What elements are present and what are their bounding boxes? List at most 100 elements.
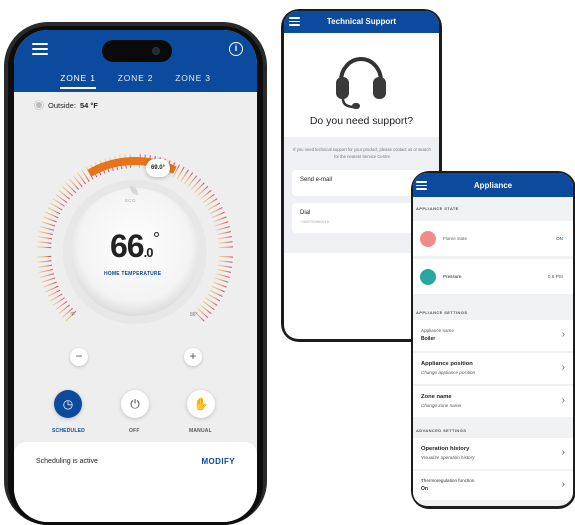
temperature-label: HOME TEMPERATURE — [104, 271, 162, 277]
flame-state-value: ON — [556, 236, 563, 241]
manual-mode-button[interactable]: ✋ — [187, 390, 215, 418]
thermoregulation-value: On — [421, 486, 428, 492]
thermoregulation-label: Thermoregulation function — [421, 478, 475, 483]
menu-icon[interactable] — [32, 43, 48, 55]
appliance-header: Appliance — [413, 173, 573, 197]
main-phone-screen: i ZONE 1 ZONE 2 ZONE 3 Outside: 54 °F 69… — [14, 30, 257, 522]
sun-icon — [36, 102, 42, 108]
dial-number: +390750960616 — [300, 219, 330, 224]
operation-history-sub: Visualize operation history — [421, 455, 475, 460]
dial-tick — [217, 264, 232, 268]
dial-tick — [217, 231, 231, 236]
support-header: Technical Support — [284, 11, 439, 33]
dial-tick — [43, 216, 57, 223]
chevron-right-icon: › — [561, 329, 565, 340]
chevron-right-icon: › — [561, 479, 565, 490]
hand-icon: ✋ — [193, 397, 209, 411]
appliance-name-value: Boiler — [421, 336, 436, 342]
dial-label: Dial — [300, 210, 311, 216]
appliance-position-sub: Change appliance position — [421, 370, 476, 375]
dial-tick — [39, 268, 53, 273]
support-heading: Do you need support? — [309, 115, 414, 127]
dial-tick — [218, 241, 233, 244]
dynamic-island — [102, 40, 172, 62]
dial-tick — [45, 285, 59, 293]
appliance-state-section: APPLIANCE STATE — [416, 206, 459, 211]
tab-zone-3[interactable]: ZONE 3 — [175, 73, 211, 89]
dial-tick — [47, 207, 61, 215]
current-temperature: 66.0 — [110, 228, 154, 265]
dial-tick — [37, 260, 52, 263]
dial-tick — [213, 216, 227, 223]
tab-zone-1[interactable]: ZONE 1 — [60, 73, 96, 89]
dial-tick — [218, 260, 233, 263]
dial-tick — [38, 264, 53, 268]
pressure-label: Pressure — [443, 274, 462, 279]
chevron-right-icon: › — [561, 362, 565, 373]
flame-state-row: Flame state ON — [413, 221, 573, 256]
scheduled-mode-button[interactable]: ◷ — [54, 390, 82, 418]
thermoregulation-row[interactable]: Thermoregulation function On › — [413, 471, 573, 500]
decrease-button[interactable]: − — [70, 348, 88, 366]
info-icon[interactable]: i — [229, 42, 243, 56]
dial-tick — [45, 211, 59, 219]
menu-icon[interactable] — [289, 17, 300, 26]
pressure-value: 0.6 PSI — [547, 274, 563, 279]
dial-tick — [37, 255, 52, 258]
outside-label: Outside: — [48, 100, 76, 110]
dial-tick — [40, 273, 54, 278]
dial-tick — [209, 289, 223, 297]
scale-max: 86° — [190, 312, 198, 318]
dial-tick — [214, 277, 229, 283]
off-mode-button[interactable]: ⏻ — [121, 390, 149, 418]
dial-tick — [47, 289, 61, 297]
dial-tick — [209, 207, 223, 215]
tab-zone-2[interactable]: ZONE 2 — [118, 73, 154, 89]
dial-tick — [39, 231, 53, 236]
dial-tick — [218, 246, 233, 249]
schedule-status: Scheduling is active — [36, 458, 98, 465]
pressure-icon — [420, 269, 436, 285]
pressure-row: Pressure 0.6 PSI — [413, 259, 573, 294]
degree-symbol — [154, 232, 159, 237]
schedule-panel: Scheduling is active MODIFY — [14, 442, 257, 522]
manual-mode-label: MANUAL — [189, 428, 212, 434]
dial-tick — [218, 255, 233, 258]
dial-tick — [217, 268, 231, 273]
zone-name-row[interactable]: Zone name Change zone name › — [413, 386, 573, 417]
menu-icon[interactable] — [416, 181, 427, 190]
dial-tick — [37, 246, 52, 249]
modify-button[interactable]: MODIFY — [201, 457, 235, 466]
increase-button[interactable]: + — [184, 348, 202, 366]
temperature-integer: 66 — [110, 228, 145, 264]
dial-tick — [41, 221, 56, 227]
chevron-right-icon: › — [561, 395, 565, 406]
scale-min: °F — [70, 312, 76, 318]
setpoint-badge[interactable]: 69.0° — [146, 159, 170, 177]
temperature-decimal: .0 — [143, 245, 154, 260]
support-description: If you need technical support for your p… — [293, 147, 431, 159]
zone-name-label: Zone name — [421, 394, 452, 400]
appliance-name-row[interactable]: Appliance name Boiler › — [413, 320, 573, 351]
operation-history-row[interactable]: Operation history Visualize operation hi… — [413, 438, 573, 469]
appliance-position-label: Appliance position — [421, 361, 473, 367]
support-title: Technical Support — [326, 17, 397, 26]
advanced-settings-section: ADVANCED SETTINGS — [416, 428, 467, 433]
outside-temperature: Outside: 54 °F — [34, 100, 98, 110]
outside-value: 54 °F — [79, 100, 98, 110]
off-mode-label: OFF — [129, 428, 140, 434]
chevron-right-icon: › — [561, 447, 565, 458]
clock-icon: ◷ — [62, 397, 74, 411]
main-header: i ZONE 1 ZONE 2 ZONE 3 — [14, 30, 257, 92]
dial-tick — [217, 236, 232, 240]
headset-icon — [336, 57, 386, 109]
eco-label: ECO — [125, 198, 136, 203]
dial-tick — [38, 236, 53, 240]
zone-name-sub: Change zone name — [421, 403, 462, 408]
dial-tick — [43, 281, 57, 288]
scheduled-mode-label: SCHEDULED — [52, 428, 85, 434]
zone-tabs: ZONE 1 ZONE 2 ZONE 3 — [14, 73, 257, 89]
dial-tick — [216, 273, 230, 278]
power-icon: ⏻ — [130, 397, 140, 411]
appliance-position-row[interactable]: Appliance position Change appliance posi… — [413, 353, 573, 384]
